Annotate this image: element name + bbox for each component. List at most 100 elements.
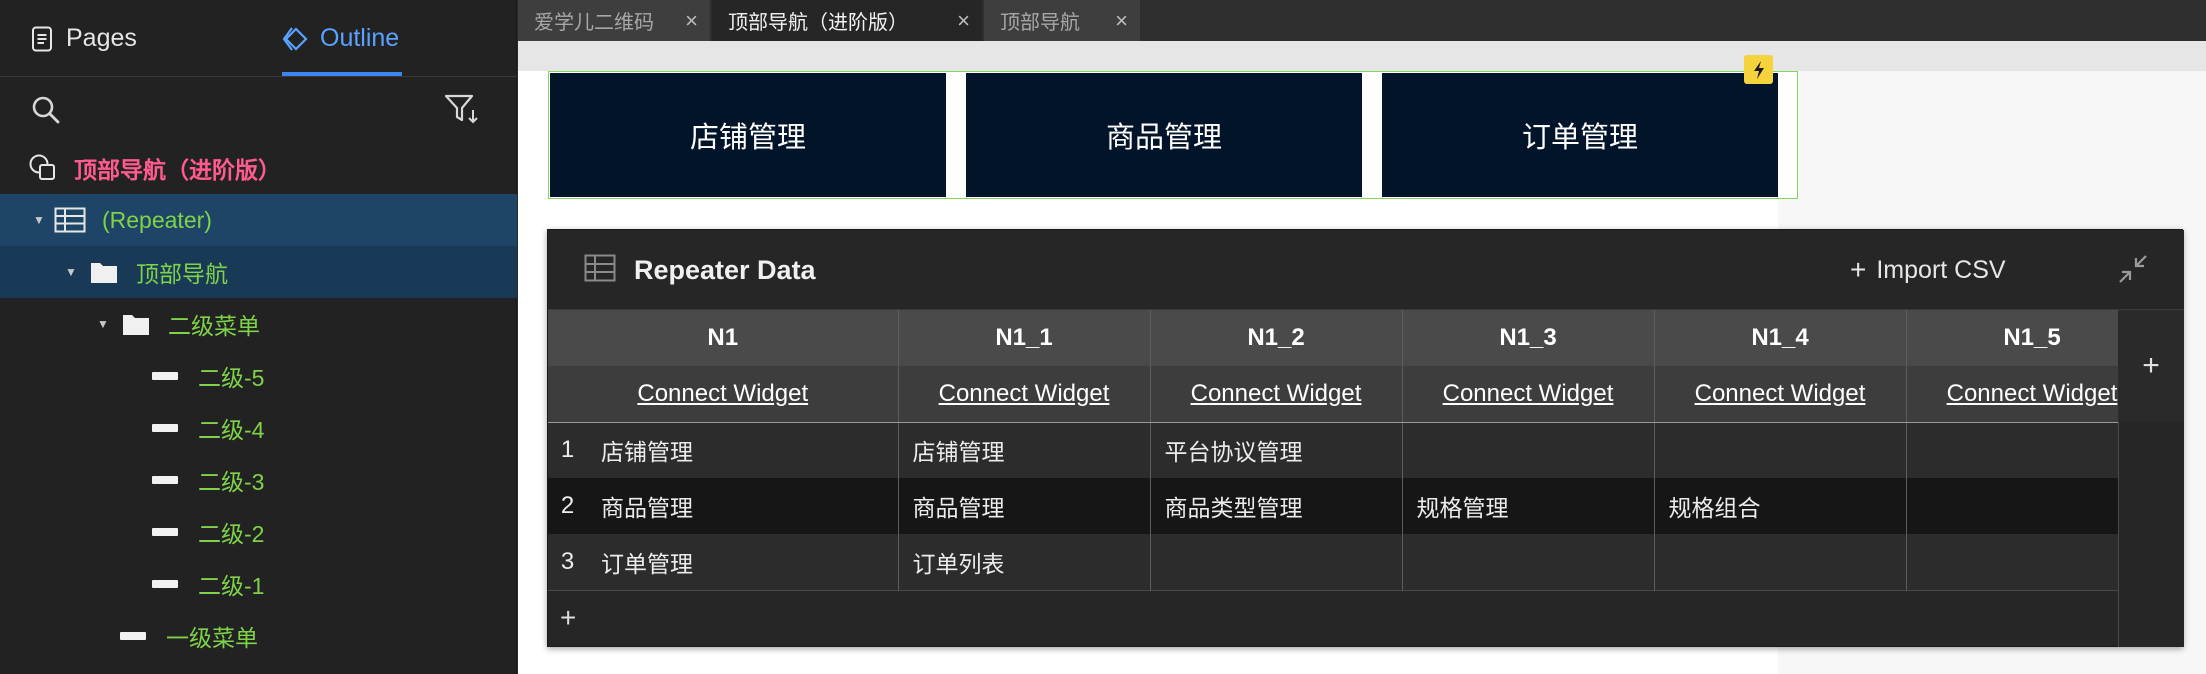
collapse-icon[interactable]	[2116, 252, 2150, 291]
add-row-row: +	[548, 589, 2159, 646]
chevron-down-icon[interactable]: ▼	[64, 265, 78, 279]
close-icon[interactable]: ×	[685, 8, 698, 34]
table-cell[interactable]	[1402, 534, 1655, 590]
rectangle-icon	[120, 632, 146, 640]
column-header[interactable]: N1_4	[1654, 310, 1907, 366]
repeater-data-title: Repeater Data	[634, 254, 816, 285]
connect-widget-label: Connect Widget	[938, 379, 1110, 407]
grid-icon	[584, 254, 616, 287]
connect-widget-label: Connect Widget	[1946, 379, 2118, 407]
add-row-button[interactable]: +	[548, 589, 2159, 646]
tree-repeater-node[interactable]: ▼ (Repeater)	[0, 194, 517, 246]
nav-item-label: 商品管理	[1105, 122, 1222, 154]
rectangle-icon	[152, 580, 178, 588]
lightning-icon[interactable]	[1744, 55, 1773, 84]
table-cell[interactable]: 商品类型管理	[1150, 478, 1403, 534]
connect-widget-link[interactable]: Connect Widget	[898, 366, 1151, 423]
tab-outline-label: Outline	[320, 24, 400, 52]
import-csv-label: Import CSV	[1876, 255, 2006, 284]
rectangle-icon	[152, 528, 178, 536]
tree-item-level1-label: 一级菜单	[166, 625, 258, 651]
connect-widget-link[interactable]: Connect Widget	[587, 366, 899, 423]
filter-icon[interactable]	[444, 93, 480, 130]
tree-item[interactable]: 二级-3	[0, 454, 517, 506]
tree-item-label: 二级-3	[198, 469, 265, 495]
doc-tab[interactable]: 顶部导航 ×	[984, 0, 1140, 41]
add-column-button[interactable]: +	[2118, 310, 2184, 422]
table-cell[interactable]: 订单列表	[898, 534, 1151, 590]
chevron-down-icon[interactable]: ▼	[32, 213, 46, 227]
connect-widget-link[interactable]: Connect Widget	[1654, 366, 1907, 423]
table-cell[interactable]: 规格管理	[1402, 478, 1655, 534]
tree-folder-top[interactable]: ▼ 顶部导航	[0, 246, 517, 298]
table-cell[interactable]: 平台协议管理	[1150, 422, 1403, 478]
tab-outline[interactable]: Outline	[282, 0, 399, 77]
connect-widget-label: Connect Widget	[1442, 379, 1614, 407]
search-icon[interactable]	[30, 94, 62, 131]
repeater-data-header: Repeater Data + Import CSV	[548, 230, 2184, 310]
active-tab-indicator	[282, 72, 402, 76]
connect-widget-link[interactable]: Connect Widget	[1402, 366, 1655, 423]
chevron-down-icon[interactable]: ▼	[96, 317, 110, 331]
connect-widget-label: Connect Widget	[637, 379, 809, 407]
tree-item[interactable]: 二级-4	[0, 402, 517, 454]
nav-item-label: 店铺管理	[689, 122, 806, 154]
table-cell[interactable]	[1654, 534, 1907, 590]
doc-tab-active[interactable]: 顶部导航（进阶版） ×	[712, 0, 982, 41]
tree-item-level1[interactable]: 一级菜单	[0, 610, 517, 662]
repeater-data-table: N1 N1_1 N1_2 N1_3 N1_4 N1_5 Connect Widg…	[548, 310, 2159, 646]
table-row: 1 店铺管理 店铺管理 平台协议管理	[548, 422, 2159, 478]
tree-folder-sub[interactable]: ▼ 二级菜单	[0, 298, 517, 350]
connect-widget-row: Connect Widget Connect Widget Connect Wi…	[548, 366, 2159, 423]
folder-icon	[122, 312, 150, 336]
table-cell[interactable]: 店铺管理	[898, 422, 1151, 478]
column-header[interactable]: N1	[587, 310, 899, 366]
table-cell[interactable]: 订单管理	[587, 534, 899, 590]
outline-panel: Pages Outline 顶部导航（进阶版） ▼ (Repeater) ▼ 顶…	[0, 0, 517, 674]
plus-icon: +	[2142, 349, 2160, 382]
table-cell[interactable]: 商品管理	[898, 478, 1151, 534]
canvas-ruler-strip	[518, 41, 2206, 71]
outline-icon	[282, 25, 310, 53]
plus-icon: +	[560, 602, 577, 634]
document-tabs: 爱学儿二维码 × 顶部导航（进阶版） × 顶部导航 ×	[518, 0, 2206, 41]
tree-page-node[interactable]: 顶部导航（进阶版）	[0, 142, 517, 194]
table-cell[interactable]	[1402, 422, 1655, 478]
connect-widget-label: Connect Widget	[1694, 379, 1866, 407]
rectangle-icon	[152, 372, 178, 380]
doc-tab[interactable]: 爱学儿二维码 ×	[518, 0, 710, 41]
tree-folder-sub-label: 二级菜单	[168, 313, 260, 339]
column-header[interactable]: N1_3	[1402, 310, 1655, 366]
tree-item[interactable]: 二级-1	[0, 558, 517, 610]
nav-item[interactable]: 店铺管理	[550, 73, 946, 197]
table-cell[interactable]: 规格组合	[1654, 478, 1907, 534]
table-cell[interactable]: 店铺管理	[587, 422, 899, 478]
table-cell[interactable]	[1150, 534, 1403, 590]
repeater-widget[interactable]: 店铺管理 商品管理 订单管理	[548, 71, 1798, 199]
table-cell[interactable]	[1654, 422, 1907, 478]
table-cell[interactable]: 商品管理	[587, 478, 899, 534]
nav-item[interactable]: 商品管理	[966, 73, 1362, 197]
doc-tab-label: 顶部导航（进阶版）	[728, 12, 908, 34]
close-icon[interactable]: ×	[957, 8, 970, 34]
table-header-row: N1 N1_1 N1_2 N1_3 N1_4 N1_5	[548, 310, 2159, 366]
tree-page-label: 顶部导航（进阶版）	[74, 157, 281, 183]
plus-icon: +	[1850, 254, 1867, 285]
table-corner	[548, 310, 587, 366]
nav-item[interactable]: 订单管理	[1382, 73, 1778, 197]
connect-widget-link[interactable]: Connect Widget	[1150, 366, 1403, 423]
rectangle-icon	[152, 424, 178, 432]
nav-item-label: 订单管理	[1521, 122, 1638, 154]
column-header[interactable]: N1_2	[1150, 310, 1403, 366]
tab-pages[interactable]: Pages	[28, 0, 137, 77]
tree-item-label: 二级-4	[198, 417, 265, 443]
table-icon	[54, 207, 86, 233]
doc-tab-label: 爱学儿二维码	[534, 12, 654, 34]
tree-item[interactable]: 二级-2	[0, 506, 517, 558]
page-icon	[28, 153, 58, 183]
table-row: 3 订单管理 订单列表	[548, 534, 2159, 590]
close-icon[interactable]: ×	[1115, 8, 1128, 34]
tree-item[interactable]: 二级-5	[0, 350, 517, 402]
import-csv-button[interactable]: + Import CSV	[1850, 230, 2006, 310]
column-header[interactable]: N1_1	[898, 310, 1151, 366]
